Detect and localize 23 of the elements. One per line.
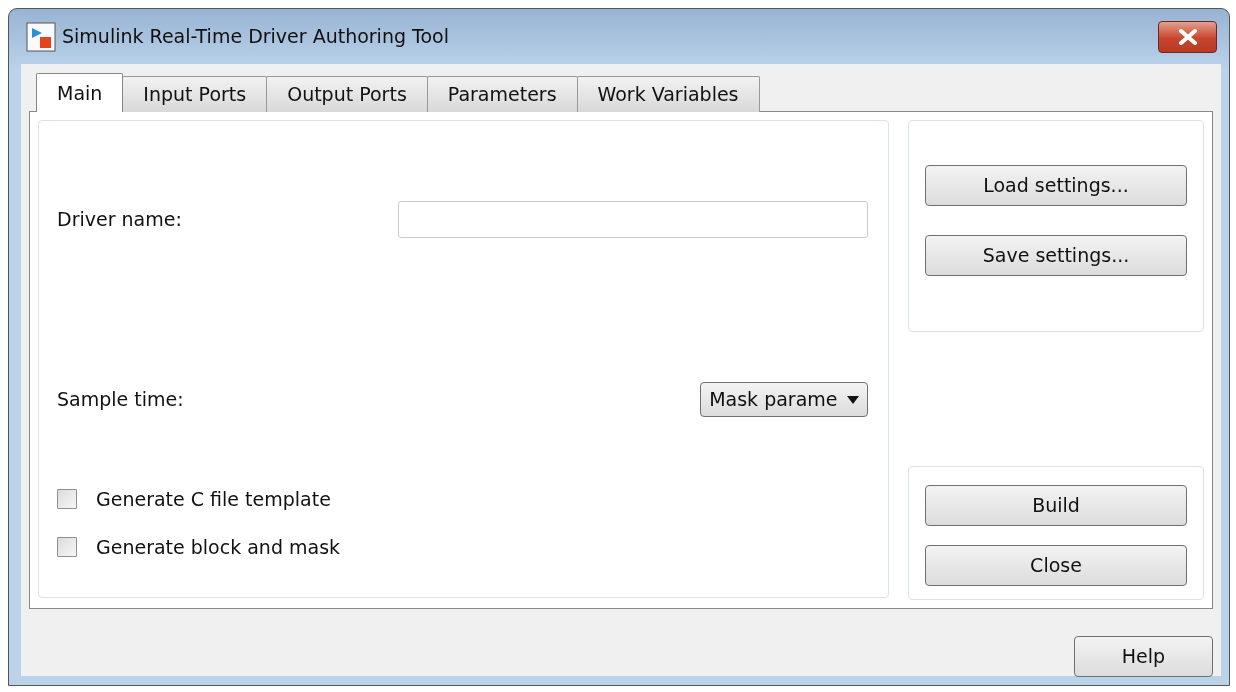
field-label: Driver name: [57,207,182,233]
sample-time-dropdown[interactable]: Mask parame [700,382,868,417]
driver-name-field[interactable] [398,201,868,238]
settings-button[interactable]: Save settings... [925,234,1187,276]
checkbox[interactable] [57,489,77,510]
checkbox-label: Generate block and mask [96,534,341,560]
help-button[interactable]: Help [1074,636,1213,677]
field-label: Sample time: [57,387,184,413]
app-icon [26,21,56,52]
tab[interactable]: Parameters [426,76,578,112]
tab[interactable]: Output Ports [266,76,428,112]
action-button[interactable]: Build [925,485,1187,526]
close-icon [1176,28,1199,45]
checkbox-label: Generate C file template [96,487,331,512]
settings-button[interactable]: Load settings... [925,165,1187,206]
checkbox[interactable] [57,536,77,557]
caret-icon [847,395,859,404]
tab[interactable]: Input Ports [122,76,268,112]
tab[interactable]: Work Variables [576,76,760,112]
close-button[interactable] [1158,20,1217,53]
window-title: Simulink Real-Time Driver Authoring Tool [62,24,449,50]
tab[interactable]: Main [36,73,124,112]
action-button[interactable]: Close [925,545,1187,586]
